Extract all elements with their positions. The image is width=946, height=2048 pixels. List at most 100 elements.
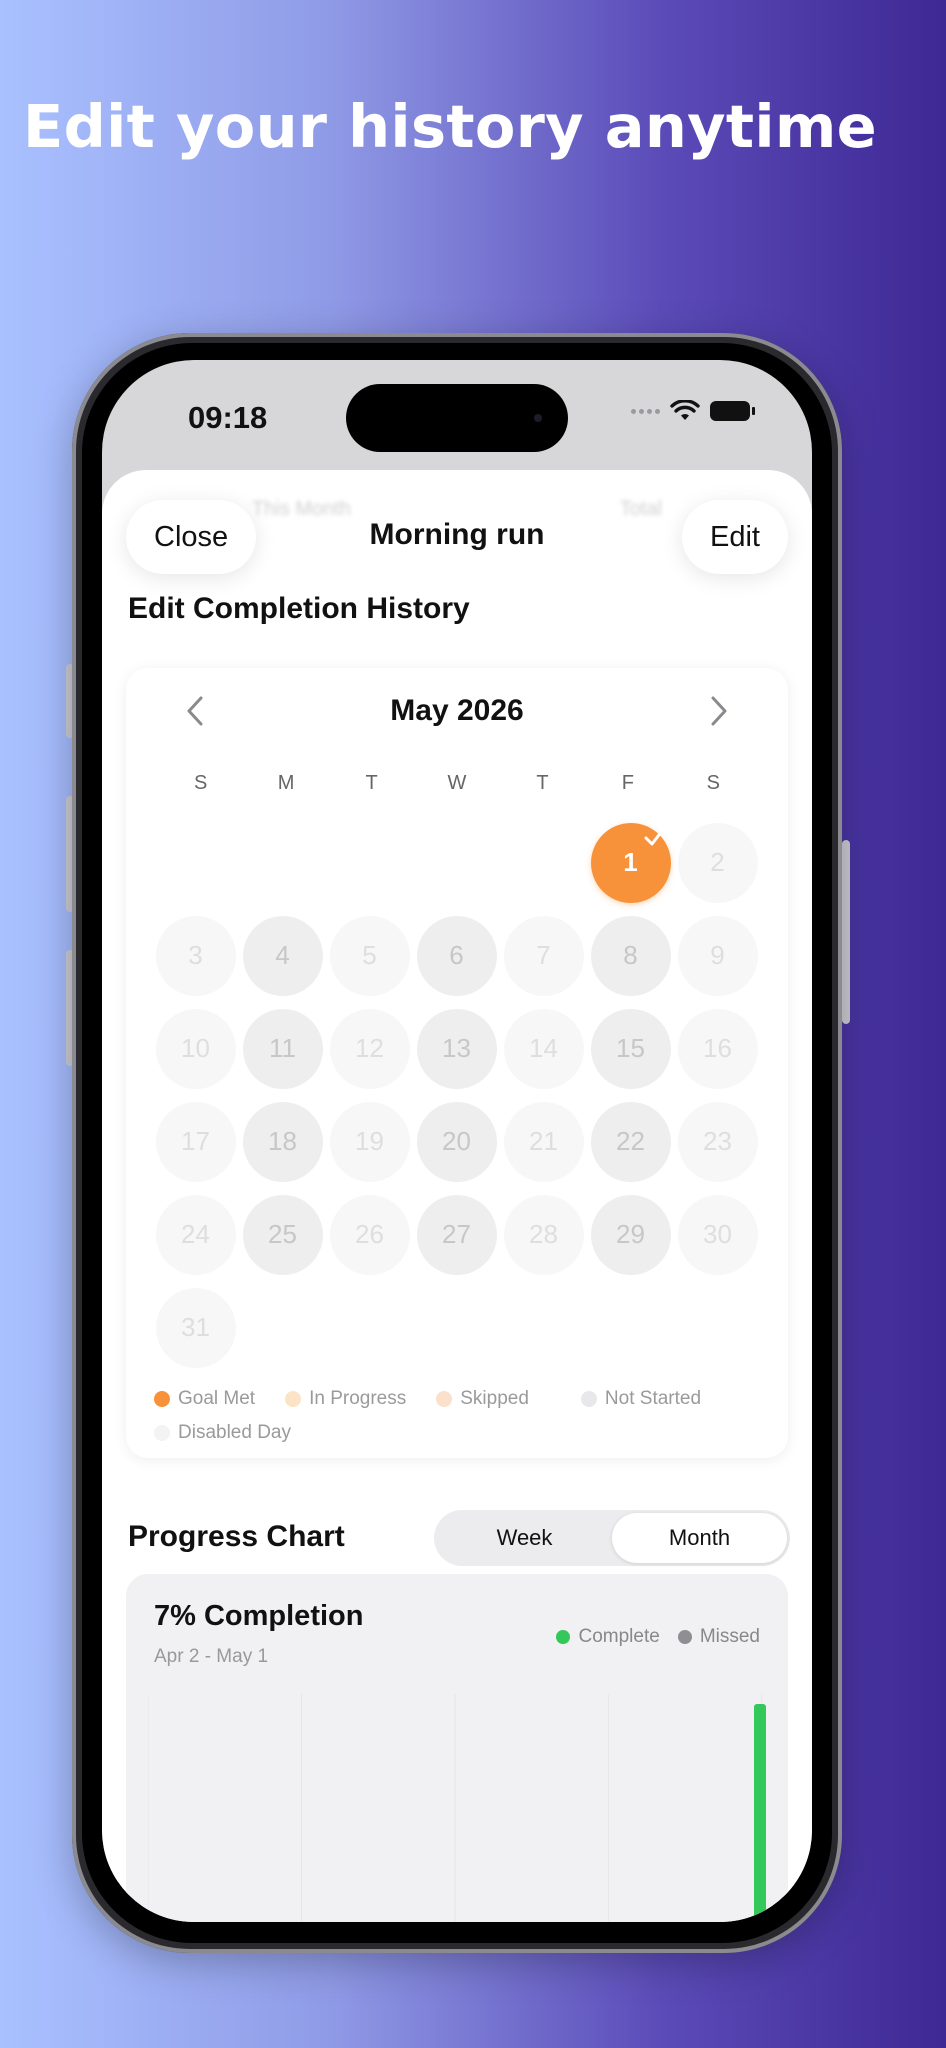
calendar-day-2[interactable]: 2 <box>677 822 758 903</box>
calendar-day-9[interactable]: 9 <box>677 915 758 996</box>
habit-sheet: This Month Total Close Morning run Edit … <box>102 470 812 1922</box>
calendar-day-7[interactable]: 7 <box>503 915 584 996</box>
weekday-label: F <box>621 772 634 794</box>
progress-bar-chart <box>148 1694 766 1922</box>
calendar-day-12[interactable]: 12 <box>329 1008 410 1089</box>
calendar-day-cell: 13 <box>413 1002 500 1095</box>
weekday-header: S M T W T F S <box>158 772 756 795</box>
calendar-day-23[interactable]: 23 <box>677 1101 758 1182</box>
battery-icon <box>710 401 755 421</box>
calendar-empty-cell <box>239 816 326 909</box>
legend-dot <box>556 1630 571 1644</box>
legend-skipped: Skipped <box>436 1388 529 1410</box>
calendar-day-16[interactable]: 16 <box>677 1008 758 1089</box>
segment-month[interactable]: Month <box>612 1513 787 1563</box>
calendar-card: May 2026 S M T W T F S 1 2 3 4 5 6 7 8 9 10 11 12 13… <box>126 668 788 1458</box>
calendar-day-14[interactable]: 14 <box>503 1008 584 1089</box>
weekday-label: T <box>365 772 378 794</box>
calendar-day-cell: 8 <box>587 909 674 1002</box>
progress-section-title: Progress Chart <box>128 1520 345 1553</box>
weekday-label: M <box>277 772 295 794</box>
edit-button[interactable]: Edit <box>682 500 788 574</box>
calendar-empty-cell <box>152 816 239 909</box>
legend-dot <box>677 1630 692 1644</box>
calendar-day-26[interactable]: 26 <box>329 1194 410 1275</box>
calendar-day-cell: 2 <box>674 816 761 909</box>
segment-week[interactable]: Week <box>437 1513 612 1563</box>
completion-label: 7% Completion <box>154 1600 364 1632</box>
month-label: May 2026 <box>390 694 524 727</box>
legend-not-started: Not Started <box>580 1388 701 1410</box>
checkmark-icon <box>644 829 663 845</box>
calendar-day-10[interactable]: 10 <box>155 1008 236 1089</box>
legend-complete: Complete <box>556 1626 660 1648</box>
calendar-day-28[interactable]: 28 <box>503 1194 584 1275</box>
calendar-day-cell: 17 <box>152 1095 239 1188</box>
calendar-day-18[interactable]: 18 <box>242 1101 323 1182</box>
calendar-day-6[interactable]: 6 <box>416 915 497 996</box>
calendar-empty-cell <box>326 816 413 909</box>
calendar-day-30[interactable]: 30 <box>677 1194 758 1275</box>
weekday-label: S <box>706 772 720 794</box>
phone-screen: 09:18 This Month Total Close Morning run… <box>102 360 812 1922</box>
weekday-label: T <box>536 772 549 794</box>
weekday-label: W <box>447 772 467 794</box>
calendar-day-3[interactable]: 3 <box>155 915 236 996</box>
legend-missed: Missed <box>677 1626 760 1648</box>
calendar-day-cell: 21 <box>500 1095 587 1188</box>
calendar-day-29[interactable]: 29 <box>590 1194 671 1275</box>
progress-chart-card: 7% Completion Apr 2 - May 1 Complete Mis… <box>126 1574 788 1922</box>
calendar-day-cell: 16 <box>674 1002 761 1095</box>
chevron-right-icon <box>711 696 727 726</box>
legend-in-progress: In Progress <box>285 1388 406 1410</box>
cellular-signal-icon <box>631 408 660 414</box>
calendar-day-cell: 22 <box>587 1095 674 1188</box>
dynamic-island <box>346 384 568 452</box>
calendar-day-20[interactable]: 20 <box>416 1101 497 1182</box>
calendar-day-4[interactable]: 4 <box>242 915 323 996</box>
calendar-day-5[interactable]: 5 <box>329 915 410 996</box>
calendar-day-cell: 1 <box>587 816 674 909</box>
calendar-day-cell: 19 <box>326 1095 413 1188</box>
calendar-day-cell: 7 <box>500 909 587 1002</box>
calendar-day-cell: 29 <box>587 1188 674 1281</box>
status-icons <box>631 400 755 422</box>
legend-dot <box>285 1391 302 1407</box>
chart-bar-may-1 <box>754 1704 766 1922</box>
calendar-day-cell: 4 <box>239 909 326 1002</box>
chart-legend: Complete Missed <box>556 1626 760 1648</box>
calendar-day-31[interactable]: 31 <box>155 1287 236 1368</box>
calendar-day-1[interactable]: 1 <box>590 822 671 903</box>
calendar-day-cell: 9 <box>674 909 761 1002</box>
next-month-button[interactable] <box>694 686 744 736</box>
legend-dot <box>154 1391 170 1407</box>
period-segmented-control: Week Month <box>434 1510 790 1566</box>
calendar-day-cell: 12 <box>326 1002 413 1095</box>
legend-goal-met: Goal Met <box>154 1388 255 1410</box>
calendar-day-cell: 28 <box>500 1188 587 1281</box>
calendar-day-24[interactable]: 24 <box>155 1194 236 1275</box>
status-time: 09:18 <box>188 400 268 435</box>
calendar-day-cell: 14 <box>500 1002 587 1095</box>
weekday-label: S <box>194 772 208 794</box>
calendar-day-19[interactable]: 19 <box>329 1101 410 1182</box>
calendar-day-8[interactable]: 8 <box>590 915 671 996</box>
calendar-day-27[interactable]: 27 <box>416 1194 497 1275</box>
calendar-day-21[interactable]: 21 <box>503 1101 584 1182</box>
calendar-day-cell: 24 <box>152 1188 239 1281</box>
calendar-day-25[interactable]: 25 <box>242 1194 323 1275</box>
calendar-empty-cell <box>413 816 500 909</box>
calendar-legend: Goal Met In Progress Skipped Not Started… <box>154 1382 774 1450</box>
calendar-day-11[interactable]: 11 <box>242 1008 323 1089</box>
power-button <box>842 840 850 1024</box>
calendar-day-22[interactable]: 22 <box>590 1101 671 1182</box>
wifi-icon <box>670 400 700 420</box>
calendar-day-cell: 25 <box>239 1188 326 1281</box>
calendar-day-13[interactable]: 13 <box>416 1008 497 1089</box>
calendar-day-cell: 3 <box>152 909 239 1002</box>
legend-disabled-day: Disabled Day <box>154 1422 291 1444</box>
calendar-day-cell: 30 <box>674 1188 761 1281</box>
calendar-day-15[interactable]: 15 <box>590 1008 671 1089</box>
calendar-day-cell: 26 <box>326 1188 413 1281</box>
calendar-day-17[interactable]: 17 <box>155 1101 236 1182</box>
